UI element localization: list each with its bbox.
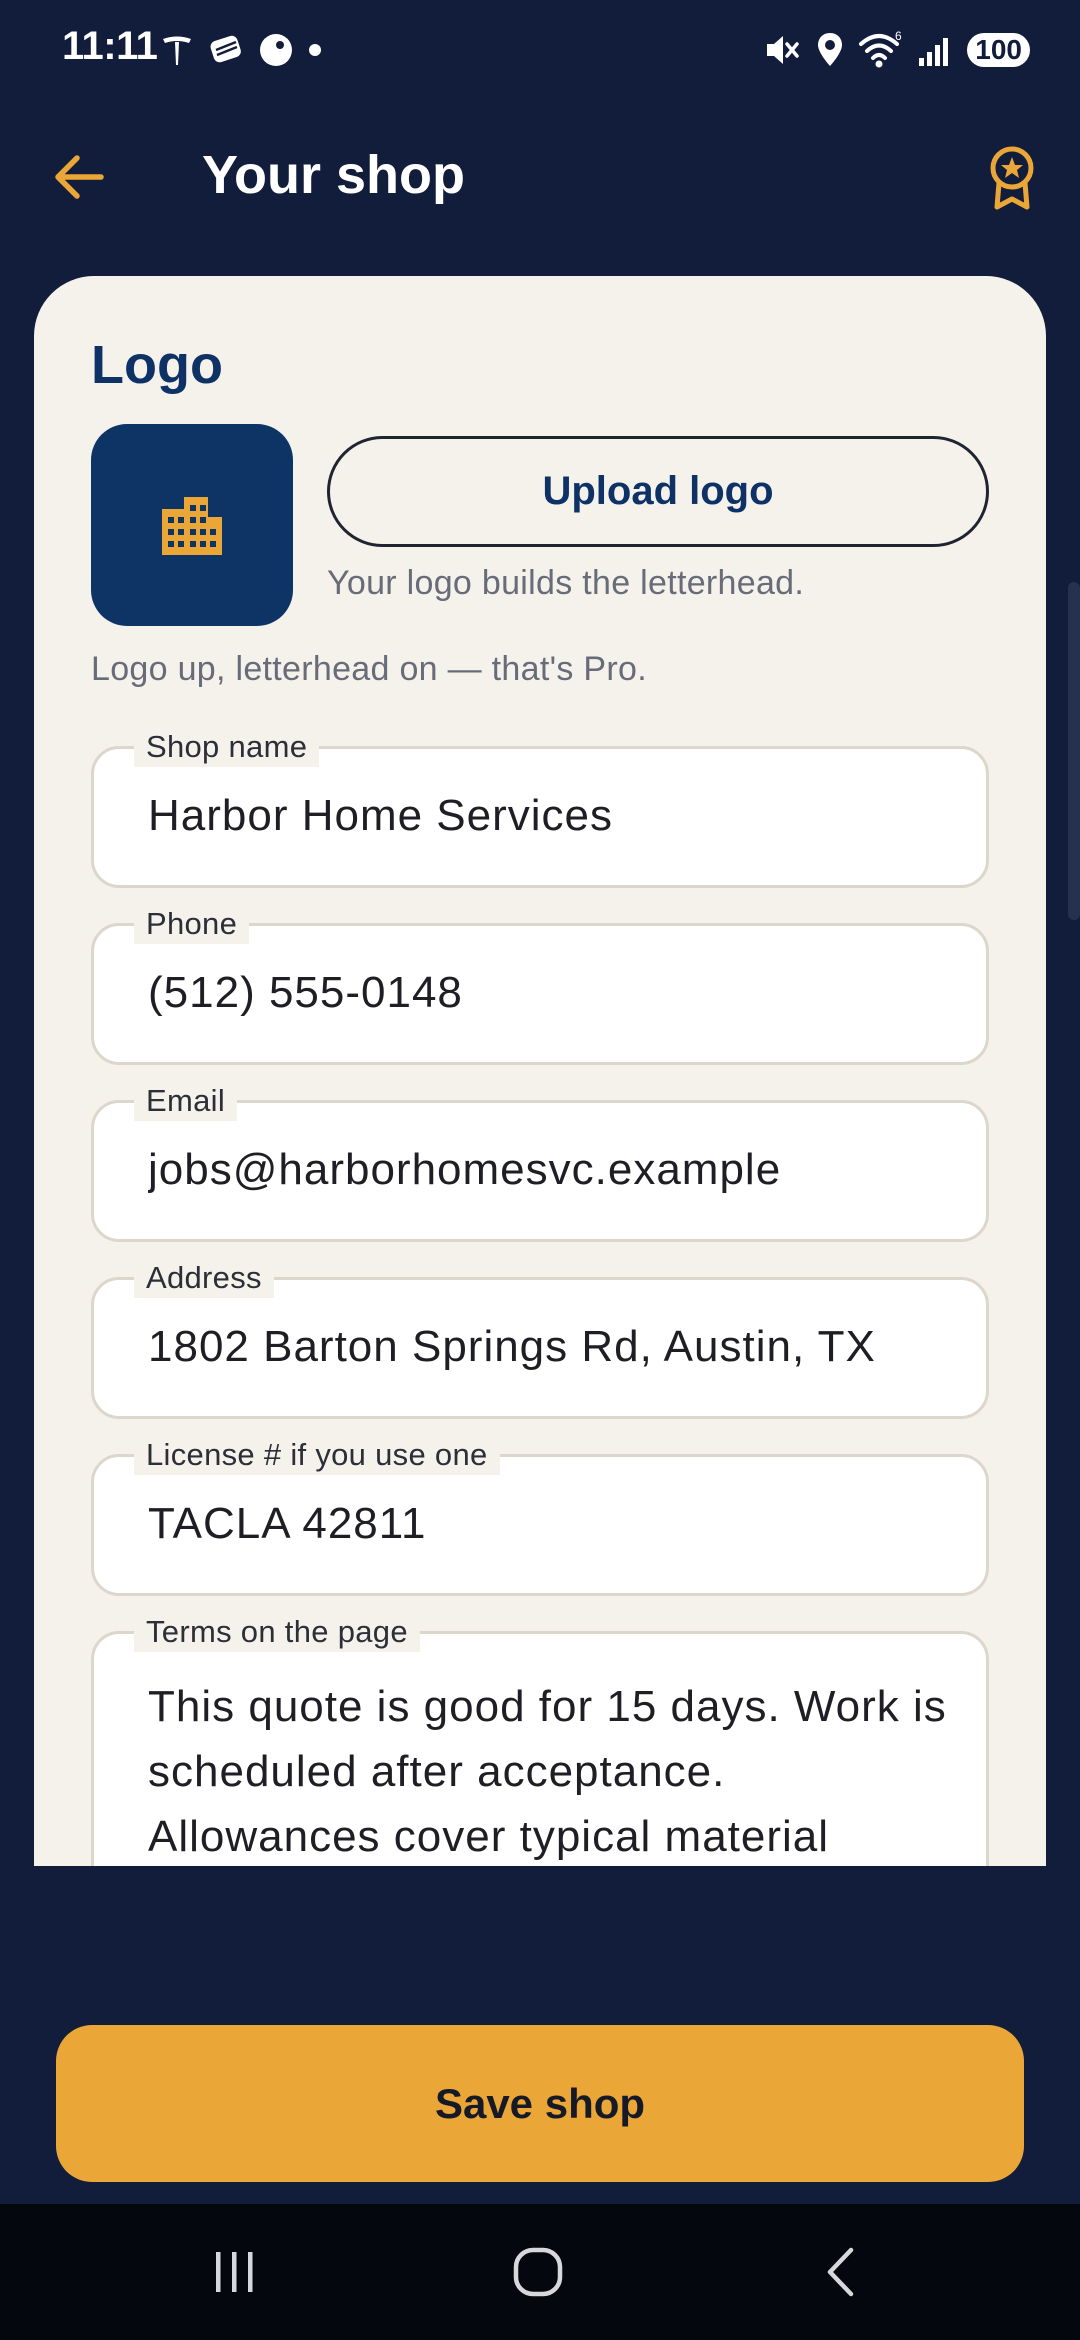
license-input[interactable]: TACLA 42811 bbox=[148, 1499, 966, 1549]
field-label: Terms on the page bbox=[134, 1612, 420, 1654]
recent-apps-button[interactable] bbox=[190, 2234, 280, 2310]
tesla-icon bbox=[163, 36, 191, 65]
phone-field[interactable]: Phone (512) 555-0148 bbox=[91, 904, 989, 1065]
dot-icon bbox=[309, 44, 321, 56]
pro-badge-button[interactable] bbox=[974, 140, 1050, 216]
pro-note: Logo up, letterhead on — that's Pro. bbox=[91, 650, 647, 688]
home-icon bbox=[513, 2247, 563, 2297]
recents-icon bbox=[216, 2252, 253, 2292]
save-shop-button[interactable]: Save shop bbox=[56, 2025, 1024, 2182]
mute-icon bbox=[767, 36, 800, 64]
back-chevron-icon bbox=[827, 2247, 854, 2297]
back-nav-button[interactable] bbox=[796, 2234, 886, 2310]
battery-indicator: 100 bbox=[967, 33, 1030, 67]
field-label: License # if you use one bbox=[134, 1435, 500, 1477]
system-icons: 6 100 bbox=[763, 28, 1030, 72]
scrollbar-thumb[interactable] bbox=[1068, 582, 1080, 920]
terms-field[interactable]: Terms on the page This quote is good for… bbox=[91, 1612, 989, 1866]
shop-name-field[interactable]: Shop name Harbor Home Services bbox=[91, 727, 989, 888]
shop-form-card: Logo Upload logo Your logo builds the le… bbox=[34, 276, 1046, 1866]
upload-hint: Your logo builds the letterhead. bbox=[327, 564, 805, 602]
back-button[interactable] bbox=[44, 142, 114, 212]
logo-section-title: Logo bbox=[91, 335, 223, 395]
home-button[interactable] bbox=[493, 2234, 583, 2310]
shop-name-input[interactable]: Harbor Home Services bbox=[148, 791, 966, 841]
award-badge-icon bbox=[990, 146, 1034, 210]
field-label: Email bbox=[134, 1081, 238, 1123]
stack-icon bbox=[210, 35, 241, 63]
upload-logo-button[interactable]: Upload logo bbox=[327, 436, 989, 547]
notification-icons bbox=[160, 28, 322, 72]
wifi-icon: 6 bbox=[859, 30, 902, 68]
page-title: Your shop bbox=[202, 145, 465, 205]
logo-preview[interactable] bbox=[91, 424, 293, 626]
location-icon bbox=[818, 33, 843, 66]
status-time: 11:11 bbox=[62, 24, 158, 68]
license-field[interactable]: License # if you use one TACLA 42811 bbox=[91, 1435, 989, 1596]
terms-textarea[interactable]: This quote is good for 15 days. Work is … bbox=[148, 1674, 966, 1866]
phone-input[interactable]: (512) 555-0148 bbox=[148, 968, 966, 1018]
building-icon bbox=[162, 497, 222, 555]
status-bar: 11:11 6 100 bbox=[0, 0, 1080, 100]
email-field[interactable]: Email jobs@harborhomesvc.example bbox=[91, 1081, 989, 1242]
arrow-left-icon bbox=[55, 155, 104, 199]
field-label: Address bbox=[134, 1258, 274, 1300]
system-nav-bar bbox=[0, 2204, 1080, 2340]
svg-text:6: 6 bbox=[895, 30, 902, 43]
signal-icon bbox=[919, 38, 949, 66]
email-input[interactable]: jobs@harborhomesvc.example bbox=[148, 1145, 966, 1195]
address-input[interactable]: 1802 Barton Springs Rd, Austin, TX bbox=[148, 1322, 966, 1372]
field-label: Phone bbox=[134, 904, 250, 946]
app-bar: Your shop bbox=[0, 120, 1080, 230]
address-field[interactable]: Address 1802 Barton Springs Rd, Austin, … bbox=[91, 1258, 989, 1419]
field-label: Shop name bbox=[134, 727, 320, 769]
pokeball-icon bbox=[260, 34, 292, 66]
